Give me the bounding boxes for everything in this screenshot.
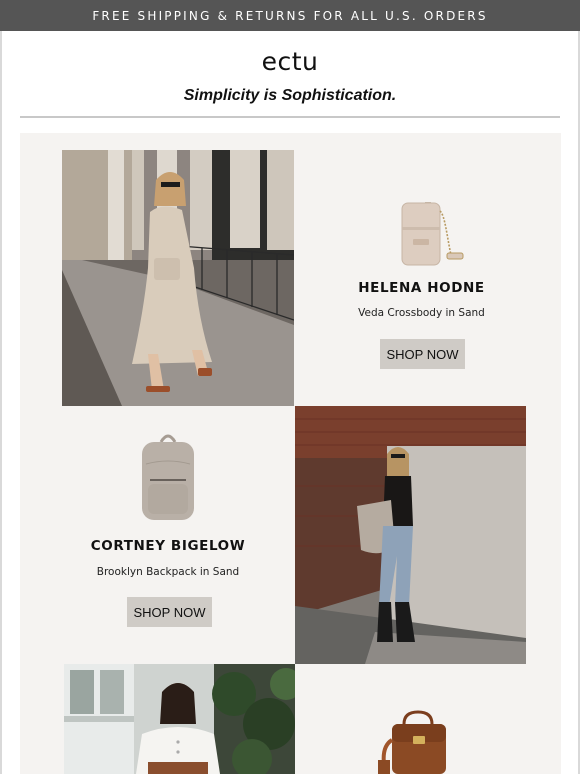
brown-handbag-image — [378, 710, 446, 774]
shop-now-button-helena[interactable]: SHOP NOW — [380, 339, 465, 369]
influencer-name-cortney: CORTNEY BIGELOW — [90, 538, 246, 554]
product-card-helena: HELENA HODNE Veda Crossbody in Sand SHOP… — [294, 150, 549, 406]
shop-now-button-cortney[interactable]: SHOP NOW — [127, 597, 212, 627]
product-card-third — [295, 664, 549, 774]
product-card-cortney: CORTNEY BIGELOW Brooklyn Backpack in San… — [42, 406, 294, 664]
lifestyle-photo-cortney[interactable] — [295, 406, 526, 664]
brand-logo-text: ectu — [261, 47, 319, 76]
brand-tagline: Simplicity is Sophistication. — [183, 87, 397, 104]
shop-now-label-helena: SHOP NOW — [386, 346, 459, 362]
foliage-photo-image — [64, 664, 295, 774]
shop-now-label-cortney: SHOP NOW — [133, 604, 206, 620]
product-desc-cortney: Brooklyn Backpack in Sand — [96, 566, 240, 578]
backpack-image — [142, 434, 194, 520]
frame-border-left — [0, 31, 2, 774]
product-desc-helena: Veda Crossbody in Sand — [358, 307, 485, 319]
shipping-banner: FREE SHIPPING & RETURNS FOR ALL U.S. ORD… — [0, 0, 580, 31]
lifestyle-photo-third[interactable] — [64, 664, 295, 774]
brand-logo[interactable]: ectu — [0, 47, 580, 76]
street-photo-image — [62, 150, 294, 406]
shipping-banner-text: FREE SHIPPING & RETURNS FOR ALL U.S. ORD… — [92, 8, 488, 23]
header-divider — [20, 116, 560, 118]
brick-wall-photo-image — [295, 406, 526, 664]
product-grid: HELENA HODNE Veda Crossbody in Sand SHOP… — [20, 133, 561, 774]
lifestyle-photo-helena[interactable] — [62, 150, 294, 406]
influencer-name-helena: HELENA HODNE — [358, 280, 485, 296]
crossbody-bag-image — [401, 202, 464, 266]
